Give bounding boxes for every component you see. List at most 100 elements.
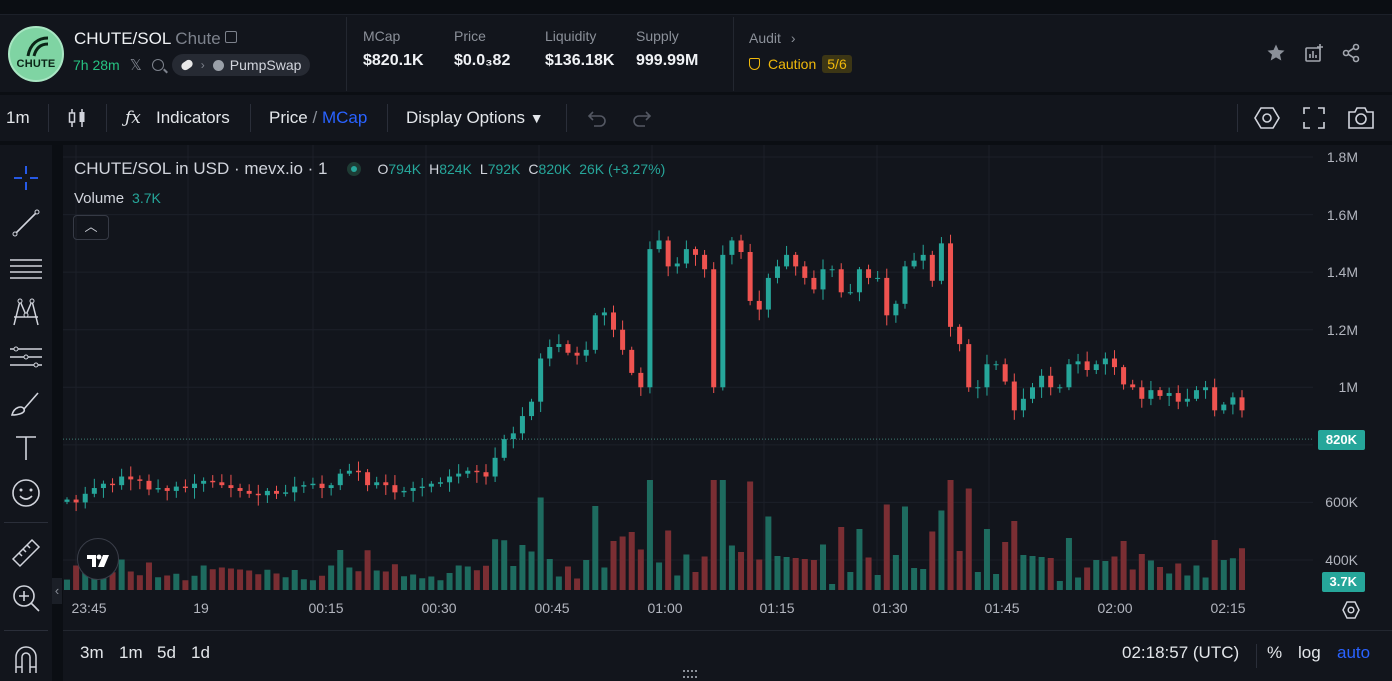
candle-body [966, 344, 972, 388]
fx-icon[interactable]: ƒx [125, 108, 141, 128]
candle-body [137, 479, 143, 481]
price-chart[interactable]: CHUTE/SOL in USD · mevx.io · 1 O794K H82… [63, 145, 1392, 681]
candle-body [465, 470, 471, 474]
candle-body [1184, 398, 1190, 402]
mcap-option[interactable]: MCap [322, 108, 367, 127]
candle-body [1212, 387, 1218, 411]
candle-body [374, 482, 380, 486]
redo-icon[interactable] [632, 109, 654, 127]
range-3m[interactable]: 3m [80, 643, 104, 663]
undo-icon[interactable] [585, 109, 607, 127]
ohlc-value: 820K [538, 161, 572, 177]
brush-tool[interactable] [10, 387, 42, 419]
volume-bar [482, 565, 489, 590]
ruler-tool[interactable] [10, 537, 42, 569]
volume-bar [920, 569, 927, 590]
volume-bar [1029, 556, 1036, 590]
candle-body [474, 470, 480, 473]
volume-bar [328, 565, 335, 590]
text-tool[interactable] [10, 432, 42, 464]
candle-body [847, 292, 853, 294]
indicators-button[interactable]: Indicators [156, 108, 230, 128]
volume-bar [710, 480, 717, 590]
volume-bar [364, 550, 371, 590]
price-option[interactable]: Price [269, 108, 308, 127]
volume-bar [492, 539, 499, 590]
interval-button[interactable]: 1m [6, 108, 30, 128]
volume-bar [309, 580, 316, 590]
volume-legend: Volume 3.7K [74, 190, 161, 207]
chevron-right-icon: › [200, 58, 205, 72]
pattern-tool[interactable] [10, 297, 42, 329]
price-toggle[interactable]: Price / MCap [269, 108, 367, 128]
emoji-tool[interactable] [10, 477, 42, 509]
range-1m[interactable]: 1m [119, 643, 143, 663]
settings-icon[interactable] [1254, 106, 1280, 130]
star-icon[interactable] [1266, 43, 1286, 63]
range-1d[interactable]: 1d [191, 643, 210, 663]
volume-bar [473, 570, 480, 590]
ruler-icon [11, 538, 41, 568]
volume-bar [255, 574, 262, 590]
collapse-legend-button[interactable]: ︿ [73, 215, 109, 240]
display-options-label: Display Options [406, 108, 526, 127]
horizontal-lines-tool[interactable] [10, 252, 42, 284]
zoom-tool[interactable] [10, 582, 42, 614]
range-5d[interactable]: 5d [157, 643, 176, 663]
fullscreen-icon[interactable] [1303, 107, 1325, 129]
time-tick-label: 01:00 [647, 600, 683, 616]
camera-icon[interactable] [1347, 106, 1375, 130]
candle-body [319, 483, 325, 489]
display-options-button[interactable]: Display Options ▼ [406, 108, 544, 128]
share-icon[interactable] [1341, 43, 1361, 63]
candle-body [683, 249, 689, 264]
brush-icon [10, 392, 39, 416]
sidebar-divider [4, 630, 48, 631]
ohlc-value: 824K [439, 161, 472, 177]
dex-badge[interactable]: › PumpSwap [171, 54, 311, 76]
axis-settings-icon[interactable] [1341, 600, 1361, 620]
crosshair-icon [14, 166, 38, 190]
candle-body [1093, 364, 1099, 371]
resize-handle-icon[interactable] [683, 670, 697, 678]
volume-bar [956, 551, 963, 590]
candle-body [601, 312, 607, 316]
candle-body [1175, 393, 1181, 402]
candles-icon[interactable] [66, 107, 88, 129]
log-toggle[interactable]: log [1298, 643, 1321, 663]
chart-title: CHUTE/SOL in USD · mevx.io · 1 [74, 159, 328, 178]
candle-body [702, 254, 708, 270]
volume-value: 3.7K [132, 190, 161, 206]
audit-section[interactable]: Audit › Caution 5/6 [749, 30, 852, 73]
time-tick-label: 01:30 [872, 600, 908, 616]
crosshair-tool[interactable] [10, 162, 42, 194]
volume-bar [719, 480, 726, 590]
trendline-tool[interactable] [10, 207, 42, 239]
auto-toggle[interactable]: auto [1337, 643, 1370, 663]
candle-body [638, 372, 644, 388]
magnet-tool[interactable] [10, 643, 42, 675]
search-icon[interactable] [151, 59, 164, 71]
stat-label: Price [454, 28, 486, 44]
add-chart-icon[interactable] [1304, 43, 1324, 63]
candle-body [1020, 398, 1026, 411]
fib-tool[interactable] [10, 342, 42, 374]
collapse-sidebar-toggle[interactable]: ‹ [52, 578, 62, 604]
ohlc-key: O [377, 161, 389, 177]
x-twitter-icon[interactable]: 𝕏 [130, 56, 142, 74]
utc-clock[interactable]: 02:18:57 (UTC) [1122, 643, 1239, 663]
price-change: 26K (+3.27%) [579, 161, 666, 177]
candlestick-chart[interactable] [63, 145, 1392, 630]
candle-body [902, 266, 908, 304]
volume-bar [628, 532, 635, 590]
stat-value: 999.99M [636, 52, 699, 69]
candle-body [975, 387, 981, 389]
slash-separator: / [312, 108, 318, 127]
tradingview-logo[interactable] [77, 538, 119, 580]
volume-bar [464, 566, 471, 590]
volume-bar [801, 559, 808, 590]
candle-body [119, 476, 125, 486]
percent-toggle[interactable]: % [1267, 643, 1282, 663]
copy-icon[interactable] [224, 31, 237, 43]
pair-title: CHUTE/SOL Chute [74, 29, 237, 49]
